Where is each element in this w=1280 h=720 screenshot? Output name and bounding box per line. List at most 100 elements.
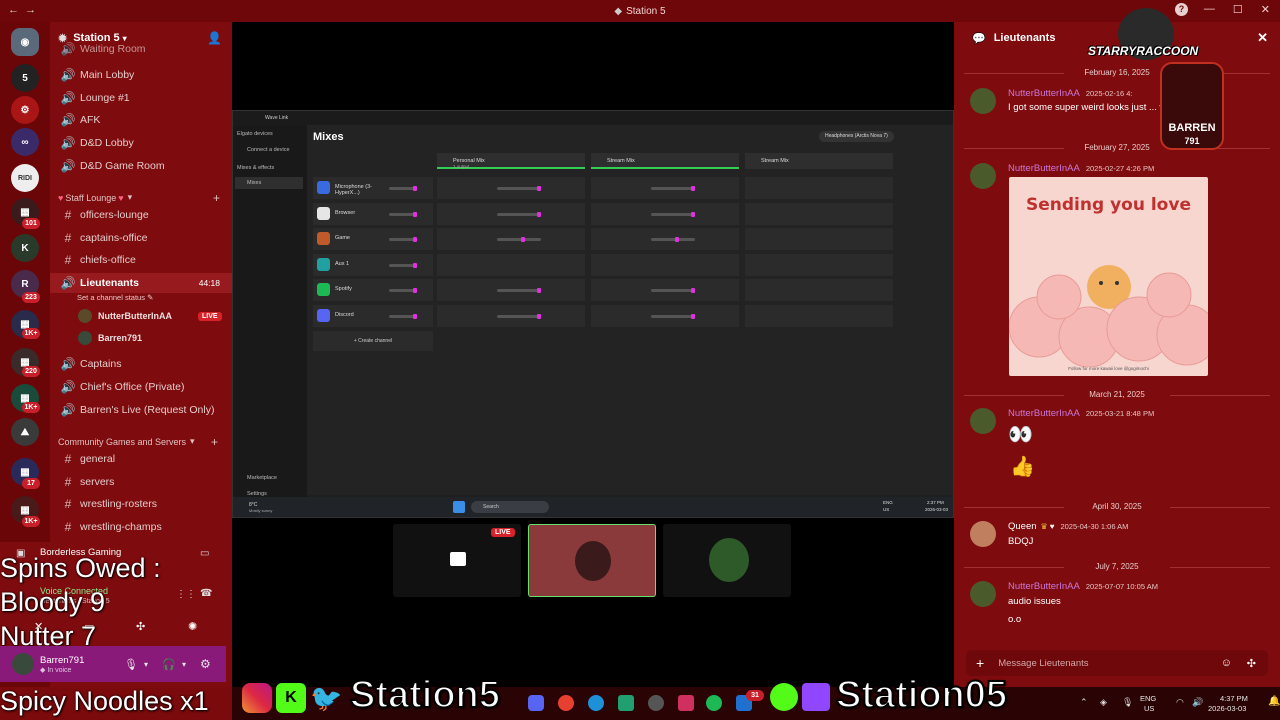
voice-user[interactable]: Barren791 bbox=[78, 331, 142, 345]
channel-afk[interactable]: 🔊 AFK bbox=[50, 110, 232, 130]
chevron-down-icon[interactable]: ▾ bbox=[182, 660, 186, 669]
mix-header[interactable]: Stream Mix bbox=[591, 153, 739, 169]
slider-knob[interactable] bbox=[691, 288, 695, 293]
soundboard-icon[interactable]: ✺ bbox=[188, 620, 197, 633]
notification-icon[interactable]: 🔔 bbox=[1268, 696, 1280, 707]
channel-servers[interactable]: # servers bbox=[50, 472, 232, 492]
server-station5-icon[interactable]: 5 bbox=[11, 64, 39, 92]
mix-cell[interactable] bbox=[745, 304, 893, 327]
settings-gear-icon[interactable]: ⚙ bbox=[200, 657, 211, 671]
apps-icon[interactable]: ✣ bbox=[1247, 657, 1256, 670]
discord-taskbar-icon[interactable] bbox=[528, 695, 544, 711]
message-author[interactable]: Queen ♛ ♥ 2025-04-30 1:06 AM bbox=[1008, 521, 1128, 532]
server-icon[interactable]: ∞ bbox=[11, 128, 39, 156]
slider-knob[interactable] bbox=[537, 288, 541, 293]
channel-dnd-lobby[interactable]: 🔊 D&D Lobby bbox=[50, 133, 232, 153]
mix-cell[interactable] bbox=[437, 279, 585, 301]
mix-cell[interactable] bbox=[591, 279, 739, 301]
nav-marketplace[interactable]: Marketplace bbox=[247, 475, 277, 481]
wavelink-channel-row[interactable]: Aux 1 bbox=[313, 253, 433, 276]
stream-settings-icon[interactable]: ▭ bbox=[200, 548, 209, 559]
mix-cell[interactable] bbox=[591, 304, 739, 327]
channel-waiting-room[interactable]: 🔊 Waiting Room bbox=[50, 42, 232, 56]
message-author[interactable]: NutterButterInAA 2025-02-27 4:26 PM bbox=[1008, 163, 1154, 174]
emoji-icon[interactable]: ☺ bbox=[1221, 657, 1232, 669]
channel-chiefs-office-private[interactable]: 🔊 Chief's Office (Private) bbox=[50, 377, 232, 397]
help-icon[interactable]: ? bbox=[1175, 3, 1188, 16]
nav-mixes[interactable]: Mixes bbox=[235, 177, 303, 189]
voice-user[interactable]: NutterButterInAA LIVE bbox=[78, 309, 222, 323]
slider-knob[interactable] bbox=[691, 313, 695, 319]
channel-general[interactable]: # general bbox=[50, 449, 232, 469]
mix-header[interactable]: Personal Mix 1 output bbox=[437, 153, 585, 169]
close-icon[interactable]: ✕ bbox=[1257, 30, 1268, 46]
discord-home-icon[interactable]: ◉ bbox=[11, 28, 39, 56]
mix-cell[interactable] bbox=[745, 202, 893, 225]
wifi-icon[interactable]: ◠ bbox=[1176, 697, 1184, 708]
mix-volume-slider[interactable] bbox=[497, 289, 541, 292]
slider-knob[interactable] bbox=[521, 237, 525, 242]
slider-knob[interactable] bbox=[691, 211, 695, 217]
stream-thumbnail[interactable]: LIVE bbox=[393, 524, 521, 597]
mix-cell[interactable] bbox=[591, 177, 739, 199]
wavelink-channel-row[interactable]: Spotify bbox=[313, 279, 433, 301]
windows-start-icon[interactable] bbox=[453, 501, 465, 513]
avatar[interactable] bbox=[970, 581, 996, 607]
wavelink-channel-row[interactable]: Discord bbox=[313, 304, 433, 327]
chrome-icon[interactable] bbox=[558, 695, 574, 711]
wavelink-channel-row[interactable]: Game bbox=[313, 228, 433, 250]
channel-barrens-live[interactable]: 🔊 Barren's Live (Request Only) bbox=[50, 400, 232, 420]
mix-cell[interactable] bbox=[591, 228, 739, 250]
channel-status[interactable]: Set a channel status ✎ bbox=[77, 293, 153, 302]
app-icon[interactable] bbox=[678, 695, 694, 711]
network-icon[interactable]: ◈ bbox=[1100, 697, 1107, 708]
mix-volume-slider[interactable] bbox=[651, 212, 695, 216]
add-attachment-icon[interactable]: + bbox=[976, 655, 984, 671]
add-channel-icon[interactable]: + bbox=[213, 191, 220, 205]
server-icon[interactable]: ⛰ bbox=[11, 418, 39, 446]
mix-cell[interactable] bbox=[437, 228, 585, 250]
taskbar-search[interactable]: Search bbox=[471, 501, 549, 513]
slider-knob[interactable] bbox=[537, 186, 541, 191]
mix-volume-slider[interactable] bbox=[497, 212, 541, 216]
activities-icon[interactable]: ✣ bbox=[136, 620, 145, 633]
slider-knob[interactable] bbox=[413, 186, 417, 191]
disconnect-icon[interactable]: ☎ bbox=[200, 588, 212, 599]
mix-volume-slider[interactable] bbox=[497, 238, 541, 241]
channel-chiefs-office[interactable]: # chiefs-office bbox=[50, 250, 232, 270]
channel-main-lobby[interactable]: 🔊 Main Lobby bbox=[50, 65, 232, 85]
wavelink-channel-row[interactable]: Browser bbox=[313, 202, 433, 225]
mix-cell[interactable] bbox=[745, 279, 893, 301]
mix-volume-slider[interactable] bbox=[651, 187, 695, 190]
slider-knob[interactable] bbox=[691, 186, 695, 191]
channel-wrestling-rosters[interactable]: # wrestling-rosters bbox=[50, 494, 232, 514]
mix-volume-slider[interactable] bbox=[651, 289, 695, 292]
slider-knob[interactable] bbox=[675, 237, 679, 242]
close-window-icon[interactable]: ✕ bbox=[1261, 3, 1270, 16]
category-community[interactable]: Community Games and Servers ▾ + bbox=[58, 435, 228, 449]
back-forward-icon[interactable]: ←→ bbox=[8, 4, 42, 16]
mix-cell[interactable] bbox=[437, 253, 585, 276]
server-ridi-icon[interactable]: RIDI bbox=[11, 164, 39, 192]
wavelink-channel-row[interactable]: Microphone (3- HyperX...) bbox=[313, 177, 433, 199]
slider-knob[interactable] bbox=[413, 237, 417, 242]
mix-header[interactable]: Stream Mix bbox=[745, 153, 893, 169]
app-icon[interactable] bbox=[618, 695, 634, 711]
mix-volume-slider[interactable] bbox=[651, 314, 695, 318]
maximize-icon[interactable]: ☐ bbox=[1233, 3, 1243, 16]
mix-cell[interactable] bbox=[745, 253, 893, 276]
avatar[interactable] bbox=[12, 653, 34, 675]
create-channel-button[interactable]: + Create channel bbox=[313, 331, 433, 351]
mix-cell[interactable] bbox=[591, 202, 739, 225]
mix-volume-slider[interactable] bbox=[651, 238, 695, 241]
mix-cell[interactable] bbox=[591, 253, 739, 276]
stream-thumbnail-selected[interactable] bbox=[528, 524, 656, 597]
channel-wrestling-champs[interactable]: # wrestling-champs bbox=[50, 517, 232, 537]
slider-knob[interactable] bbox=[413, 288, 417, 293]
channel-captains[interactable]: 🔊 Captains bbox=[50, 354, 232, 374]
microphone-icon[interactable]: 🎙 bbox=[124, 658, 138, 671]
slider-knob[interactable] bbox=[537, 211, 541, 217]
server-folder-icon[interactable]: K bbox=[11, 234, 39, 262]
slider-knob[interactable] bbox=[413, 211, 417, 217]
server-icon[interactable]: ⚙ bbox=[11, 96, 39, 124]
